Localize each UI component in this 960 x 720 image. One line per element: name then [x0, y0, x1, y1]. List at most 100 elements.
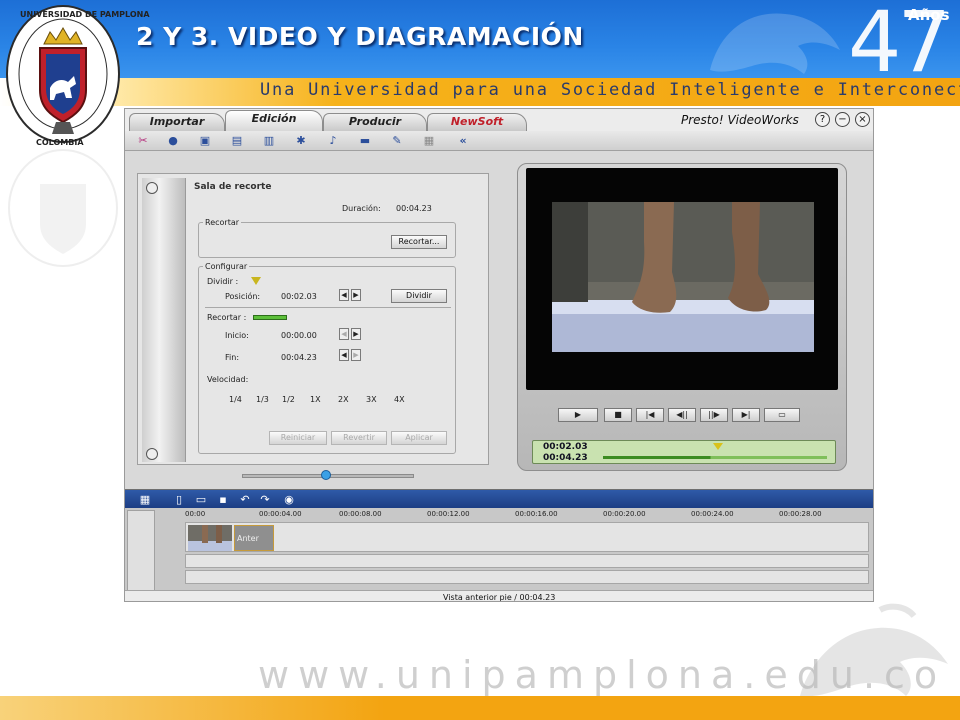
timeline-ruler: 00:00 00:00:04.00 00:00:08.00 00:00:12.0…	[185, 510, 871, 520]
tab-newsoft[interactable]: NewSoft	[427, 113, 527, 131]
ruler-tick: 00:00:24.00	[691, 510, 734, 518]
video-frame	[552, 202, 814, 352]
apply-button[interactable]: Aplicar	[391, 431, 447, 445]
close-button[interactable]: ×	[855, 112, 870, 127]
track-selector[interactable]	[127, 510, 155, 592]
playback-progress[interactable]	[603, 456, 827, 459]
lion-watermark-icon	[710, 13, 840, 74]
end-forward-button[interactable]: ▶	[351, 349, 361, 361]
split-marker-icon	[251, 277, 261, 285]
university-crest-icon	[6, 5, 120, 143]
timeline-toolbar: ▦ ▯ ▭ ▪ ↶ ↷ ◉	[125, 490, 873, 508]
new-project-icon[interactable]: ▯	[171, 493, 187, 507]
split-button[interactable]: Dividir	[391, 289, 447, 303]
timeline-panel: ▦ ▯ ▭ ▪ ↶ ↷ ◉ 00:00 00:00:04.00 00:00:08…	[125, 489, 873, 601]
end-back-button[interactable]: ◀	[339, 349, 349, 361]
split-label: Dividir :	[207, 277, 239, 286]
speed-option[interactable]: 1/2	[282, 395, 295, 404]
next-icon[interactable]: ▶|	[732, 408, 760, 422]
ruler-tick: 00:00:04.00	[259, 510, 302, 518]
trim-room-panel: Sala de recorte Duración: 00:04.23 Recor…	[137, 173, 489, 480]
panel-handle[interactable]	[142, 178, 186, 462]
ruler-tick: 00:00:08.00	[339, 510, 382, 518]
snapshot-icon[interactable]: ▭	[764, 408, 800, 422]
slide: 2 Y 3. VIDEO Y DIAGRAMACIÓN Una Universi…	[0, 0, 960, 720]
stop-icon[interactable]: ■	[604, 408, 632, 422]
tab-producir[interactable]: Producir	[323, 113, 427, 131]
minimize-button[interactable]: −	[835, 112, 850, 127]
previous-icon[interactable]: |◀	[636, 408, 664, 422]
preview-player: ▶ ■ |◀ ◀|| ||▶ ▶| ▭ 00:02.03 00:04.23	[517, 163, 847, 471]
trim-label: Recortar :	[207, 313, 247, 322]
play-icon[interactable]: ▶	[558, 408, 598, 422]
config-group-label: Configurar	[203, 262, 250, 271]
anniversary-label: Años	[908, 6, 950, 24]
video-clip-thumbnail[interactable]	[188, 525, 232, 551]
reset-button[interactable]: Reiniciar	[269, 431, 327, 445]
edit-toolbar: ✂ ● ▣ ▤ ▥ ✱ ♪ ▬ ✎ ▦ «	[125, 131, 873, 151]
tab-importar[interactable]: Importar	[129, 113, 225, 131]
speed-option[interactable]: 1X	[310, 395, 321, 404]
trim-range-icon	[253, 315, 287, 320]
speed-option[interactable]: 2X	[338, 395, 349, 404]
video-track[interactable]: Anter	[185, 522, 869, 552]
overlay-icon[interactable]: ▥	[261, 134, 277, 148]
trim-button[interactable]: Recortar...	[391, 235, 447, 249]
panel-title: Sala de recorte	[194, 182, 272, 192]
position-value: 00:02.03	[281, 292, 317, 301]
duration-label: Duración:	[342, 204, 381, 213]
start-forward-button[interactable]: ▶	[351, 328, 361, 340]
current-time: 00:02.03	[543, 442, 588, 452]
save-icon[interactable]: ▪	[215, 493, 231, 507]
storyboard-icon[interactable]: ▦	[137, 493, 153, 507]
effects-icon[interactable]: ●	[165, 134, 181, 148]
undo-button[interactable]: Revertir	[331, 431, 387, 445]
scissors-icon[interactable]: ✂	[135, 134, 151, 148]
panel-toggle-icon[interactable]	[146, 448, 158, 460]
settings-icon[interactable]: ▦	[421, 134, 437, 148]
panel-toggle-icon[interactable]	[146, 182, 158, 194]
transition-icon[interactable]: ▤	[229, 134, 245, 148]
transition-clip[interactable]: Anter	[234, 525, 274, 551]
help-button[interactable]: ?	[815, 112, 830, 127]
end-value: 00:04.23	[281, 353, 317, 362]
start-back-button[interactable]: ◀	[339, 328, 349, 340]
photo-icon[interactable]: ▣	[197, 134, 213, 148]
speed-option[interactable]: 1/3	[256, 395, 269, 404]
title-track[interactable]	[185, 554, 869, 568]
video-editor-window: Importar Edición Producir NewSoft Presto…	[124, 108, 874, 602]
speed-option[interactable]: 4X	[394, 395, 405, 404]
app-name: Presto! VideoWorks	[681, 113, 799, 127]
step-forward-icon[interactable]: ||▶	[700, 408, 728, 422]
text-icon[interactable]: ✱	[293, 134, 309, 148]
speed-option[interactable]: 1/4	[229, 395, 242, 404]
narration-icon[interactable]: ▬	[357, 134, 373, 148]
speed-option[interactable]: 3X	[366, 395, 377, 404]
ruler-tick: 00:00:28.00	[779, 510, 822, 518]
audio-icon[interactable]: ♪	[325, 134, 341, 148]
audio-track[interactable]	[185, 570, 869, 584]
position-back-button[interactable]: ◀	[339, 289, 349, 301]
redo-icon[interactable]: ↷	[257, 493, 273, 507]
duration-value: 00:04.23	[396, 204, 432, 213]
tab-edicion[interactable]: Edición	[225, 110, 323, 131]
lion-emblem-icon	[800, 603, 948, 697]
ruler-tick: 00:00:16.00	[515, 510, 558, 518]
position-forward-button[interactable]: ▶	[351, 289, 361, 301]
speed-label: Velocidad:	[207, 375, 249, 384]
position-label: Posición:	[225, 292, 261, 301]
ruler-tick: 00:00:12.00	[427, 510, 470, 518]
speed-slider-knob[interactable]	[321, 470, 331, 480]
step-back-icon[interactable]: ◀||	[668, 408, 696, 422]
crest-text-top: UNIVERSIDAD DE PAMPLONA	[20, 10, 150, 19]
crest-text-bottom: COLOMBIA	[36, 138, 84, 147]
undo-icon[interactable]: ↶	[237, 493, 253, 507]
crest-reflection-icon	[8, 149, 118, 267]
open-folder-icon[interactable]: ▭	[193, 493, 209, 507]
view-icon[interactable]: ◉	[281, 493, 297, 507]
playhead-icon[interactable]	[713, 443, 723, 450]
ruler-tick: 00:00:20.00	[603, 510, 646, 518]
tools-icon[interactable]: ✎	[389, 134, 405, 148]
collapse-icon[interactable]: «	[455, 134, 471, 148]
time-display: 00:02.03 00:04.23	[532, 440, 836, 464]
